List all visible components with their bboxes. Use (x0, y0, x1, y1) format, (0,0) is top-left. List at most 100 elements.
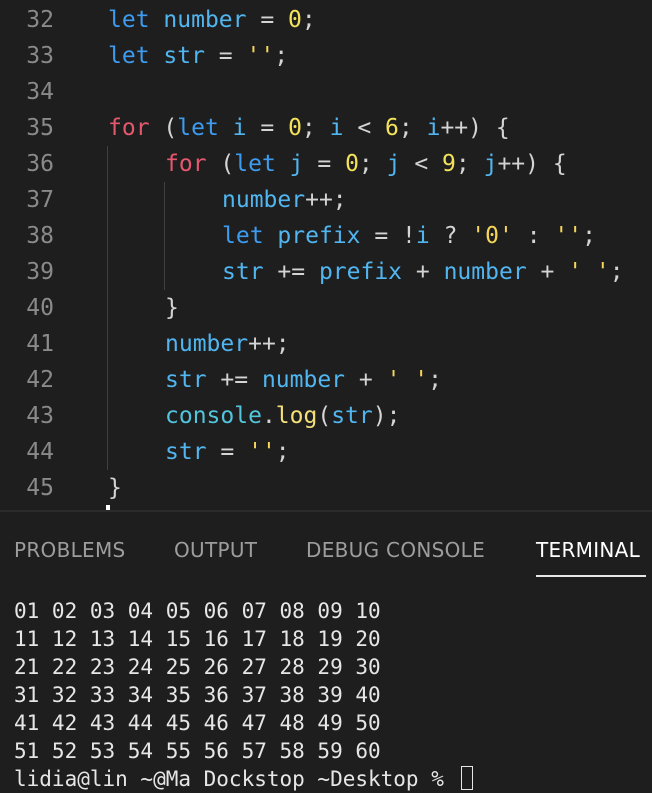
code-token: + (345, 367, 387, 393)
code-token: += (206, 367, 262, 393)
code-text: let str = ''; (108, 38, 288, 74)
code-token: '0' (471, 223, 513, 249)
tab-output[interactable]: OUTPUT (174, 536, 257, 564)
code-token: i (415, 223, 430, 249)
line-number: 39 (26, 259, 54, 285)
code-token: += (263, 259, 319, 285)
code-token: ( (317, 403, 332, 429)
code-token: console (165, 403, 262, 429)
code-line[interactable]: 39 str += prefix + number + ' '; (0, 254, 652, 290)
line-number: 44 (26, 439, 54, 465)
line-number: 43 (26, 403, 54, 429)
code-token: str (163, 43, 205, 69)
code-text: for (let i = 0; i < 6; i++) { (108, 110, 510, 146)
code-token: i (329, 115, 344, 141)
code-text: number++; (222, 182, 347, 218)
code-token: = (206, 439, 249, 465)
code-text: for (let j = 0; j < 9; j++) { (165, 146, 567, 182)
code-token: number (443, 259, 527, 285)
code-token: ); (372, 403, 401, 429)
line-number: 42 (26, 367, 54, 393)
active-tab-indicator (536, 575, 646, 577)
code-text: console.log(str); (165, 398, 400, 434)
code-token: 9 (442, 151, 456, 177)
code-token: let (108, 43, 150, 69)
code-token: ; (428, 367, 442, 393)
code-line[interactable]: 43 console.log(str); (0, 398, 652, 434)
code-text: number++; (165, 326, 290, 362)
code-line[interactable]: 38 let prefix = !i ? '0' : ''; (0, 218, 652, 254)
code-line[interactable]: 33 let str = ''; (0, 38, 652, 74)
code-token: for (108, 115, 150, 141)
code-token: 6 (385, 115, 399, 141)
code-line[interactable]: 36 for (let j = 0; j < 9; j++) { (0, 146, 652, 182)
code-line[interactable]: 34 (0, 74, 652, 110)
tab-problems[interactable]: PROBLEMS (14, 536, 126, 564)
code-token: = (204, 43, 247, 69)
code-token: ; (358, 151, 387, 177)
terminal-prompt[interactable]: lidia@lin ~@Ma Dockstop ~Desktop % (14, 765, 473, 793)
code-token: ; (275, 439, 290, 465)
code-token: str (165, 367, 207, 393)
code-line[interactable]: 45} (0, 470, 652, 506)
code-token: 0 (288, 7, 302, 33)
terminal-line: 11 12 13 14 15 16 17 18 19 20 (14, 627, 381, 651)
code-token: = (303, 151, 346, 177)
code-line[interactable]: 40} (0, 290, 652, 326)
line-number: 40 (26, 295, 54, 321)
code-token: ; (301, 7, 316, 33)
code-token: < (400, 151, 443, 177)
code-line[interactable]: 42 str += number + ' '; (0, 362, 652, 398)
code-token: let (108, 7, 150, 33)
code-text: } (165, 290, 179, 326)
code-token: let (222, 223, 264, 249)
terminal-line: 41 42 43 44 45 46 47 48 49 50 (14, 711, 381, 735)
code-token: i (426, 115, 441, 141)
code-line[interactable]: 32 let number = 0; (0, 2, 652, 38)
prompt-text: lidia@lin ~@Ma Dockstop ~Desktop % (14, 767, 457, 791)
code-token: j (483, 151, 498, 177)
code-token: for (165, 151, 207, 177)
code-text: str = ''; (165, 434, 290, 470)
code-token: log (275, 403, 318, 429)
code-token: ++) { (440, 115, 510, 141)
tab-debug-console[interactable]: DEBUG CONSOLE (306, 536, 485, 564)
code-editor[interactable]: 32 let number = 0; 33 let str = ''; 34 35 for … (0, 0, 652, 510)
code-line[interactable]: 41 number++; (0, 326, 652, 362)
tab-terminal[interactable]: TERMINAL (536, 536, 640, 564)
line-number: 33 (26, 43, 54, 69)
code-line[interactable]: 37 number++; (0, 182, 652, 218)
code-token: '' (554, 223, 583, 249)
code-token: let (177, 115, 219, 141)
code-line[interactable]: 44 str = ''; (0, 434, 652, 470)
indent-guide (107, 146, 108, 470)
code-token: str (165, 439, 207, 465)
code-token: prefix (318, 259, 403, 285)
terminal-line: 51 52 53 54 55 56 57 58 59 60 (14, 739, 381, 763)
code-token: = (246, 115, 289, 141)
code-token: . (261, 403, 276, 429)
code-token: } (108, 475, 122, 501)
code-token: : (512, 223, 555, 249)
code-token: ++; (305, 187, 347, 213)
code-token: ' ' (568, 259, 610, 285)
code-token: ' ' (386, 367, 429, 393)
code-token: ; (582, 223, 596, 249)
code-token: ( (206, 151, 235, 177)
code-token: '' (246, 43, 275, 69)
line-number: 35 (26, 115, 54, 141)
line-number: 36 (26, 151, 54, 177)
code-token: ; (455, 151, 484, 177)
code-token: } (165, 295, 179, 321)
code-token: ++) { (497, 151, 567, 177)
terminal-line: 01 02 03 04 05 06 07 08 09 10 (14, 599, 381, 623)
code-line[interactable]: 35 for (let i = 0; i < 6; i++) { (0, 110, 652, 146)
line-number: 45 (26, 475, 54, 501)
code-text: let prefix = !i ? '0' : ''; (222, 218, 596, 254)
code-token: ; (274, 43, 289, 69)
code-token: + (526, 259, 569, 285)
